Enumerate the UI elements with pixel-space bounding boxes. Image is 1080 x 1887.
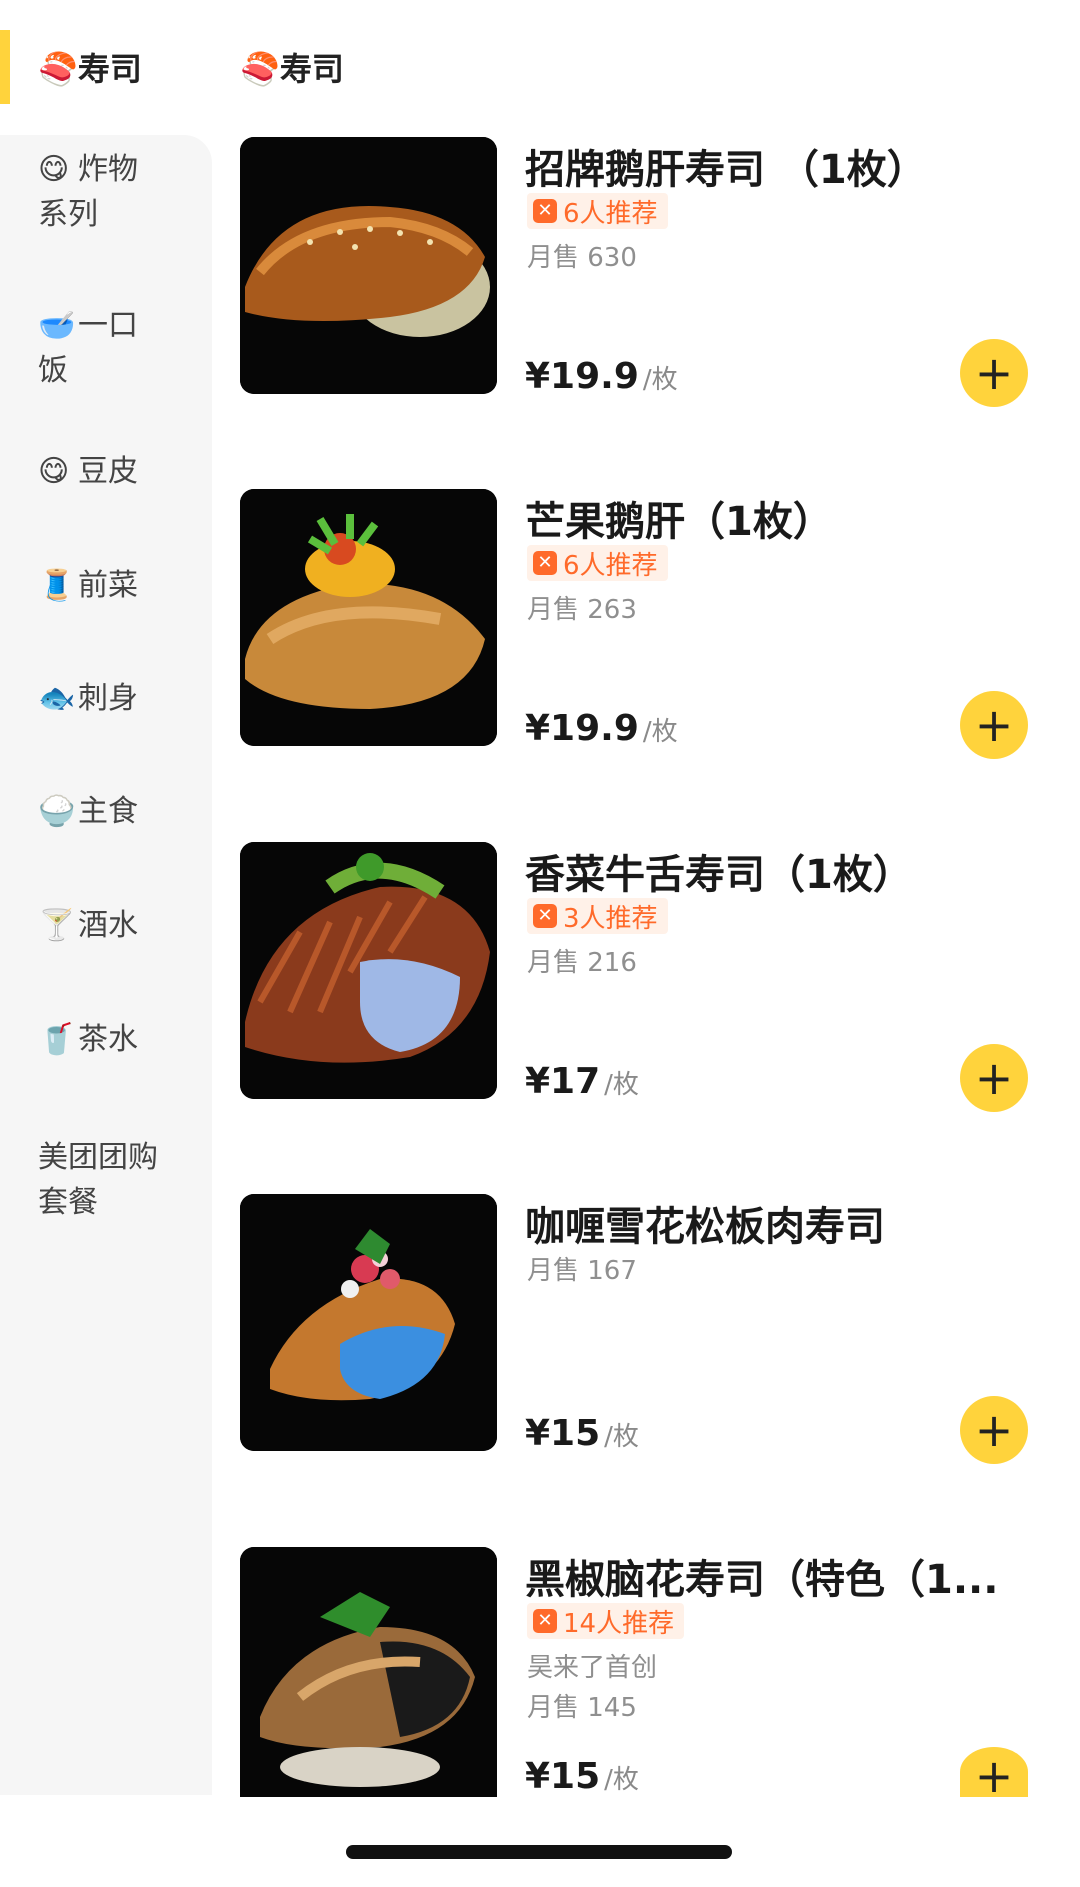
recommend-badge: ✕ 3人推荐 xyxy=(527,898,668,934)
monthly-sales: 月售 263 xyxy=(527,595,637,625)
product-price: ¥17/枚 xyxy=(525,1061,639,1102)
rice-icon: 🍚 xyxy=(38,794,76,829)
product-image xyxy=(240,842,497,1099)
sidebar-item-appetizer[interactable]: 🧵前菜 xyxy=(38,563,188,608)
product-image xyxy=(240,137,497,394)
plus-icon: + xyxy=(974,698,1014,752)
add-to-cart-button[interactable]: + xyxy=(960,1044,1028,1112)
sidebar-item-label: 🍣寿司 xyxy=(38,50,142,88)
thread-icon: 🧵 xyxy=(38,568,76,603)
monthly-sales: 月售 216 xyxy=(527,948,637,978)
sidebar-item-tea[interactable]: 🥤茶水 xyxy=(38,1017,188,1062)
cocktail-icon: 🍸 xyxy=(38,908,76,943)
product-name: 芒果鹅肝（1枚） xyxy=(525,499,833,545)
monthly-sales: 月售 167 xyxy=(527,1256,637,1286)
fish-icon: 🐟 xyxy=(38,681,76,716)
product-image xyxy=(240,1194,497,1451)
product-name: 招牌鹅肝寿司 （1枚） xyxy=(525,147,927,193)
add-to-cart-button[interactable]: + xyxy=(960,1747,1028,1803)
plus-icon: + xyxy=(974,346,1014,400)
recommend-icon: ✕ xyxy=(533,199,557,223)
product-card[interactable]: 黑椒脑花寿司（特色（1... ✕ 14人推荐 昊来了首创 月售 145 ¥15/枚… xyxy=(240,1547,1030,1803)
plus-icon: + xyxy=(974,1051,1014,1105)
category-sidebar: 😋 炸物 系列 🥣一口 饭 😋 豆皮 🧵前菜 🐟刺身 🍚主食 🍸酒水 🥤茶水 美团团… xyxy=(0,135,212,1795)
sidebar-item-fried[interactable]: 😋 炸物 系列 xyxy=(38,147,188,237)
sidebar-item-staple[interactable]: 🍚主食 xyxy=(38,789,188,834)
add-to-cart-button[interactable]: + xyxy=(960,339,1028,407)
monthly-sales: 月售 145 xyxy=(527,1693,637,1723)
recommend-icon: ✕ xyxy=(533,1609,557,1633)
product-price: ¥15/枚 xyxy=(525,1756,639,1797)
sidebar-item-tofu-skin[interactable]: 😋 豆皮 xyxy=(38,449,188,494)
product-name: 黑椒脑花寿司（特色（1... xyxy=(525,1557,999,1603)
product-price: ¥15/枚 xyxy=(525,1413,639,1454)
product-note: 昊来了首创 xyxy=(527,1653,658,1683)
monthly-sales: 月售 630 xyxy=(527,243,637,273)
plus-icon: + xyxy=(974,1749,1014,1803)
product-card[interactable]: 咖喱雪花松板肉寿司 月售 167 ¥15/枚 + xyxy=(240,1194,1030,1464)
recommend-badge: ✕ 6人推荐 xyxy=(527,545,668,581)
product-card[interactable]: 招牌鹅肝寿司 （1枚） ✕ 6人推荐 月售 630 ¥19.9/枚 + xyxy=(240,137,1030,407)
sidebar-item-groupbuy[interactable]: 美团团购 套餐 xyxy=(38,1135,188,1225)
recommend-icon: ✕ xyxy=(533,551,557,575)
sidebar-item-rice-bowl[interactable]: 🥣一口 饭 xyxy=(38,303,188,393)
product-name: 咖喱雪花松板肉寿司 xyxy=(525,1204,885,1250)
smiley-icon: 😋 xyxy=(38,152,70,187)
product-price: ¥19.9/枚 xyxy=(525,356,678,397)
product-card[interactable]: 香菜牛舌寿司（1枚） ✕ 3人推荐 月售 216 ¥17/枚 + xyxy=(240,842,1030,1112)
product-name: 香菜牛舌寿司（1枚） xyxy=(525,852,913,898)
add-to-cart-button[interactable]: + xyxy=(960,1396,1028,1464)
bowl-icon: 🥣 xyxy=(38,308,76,343)
cup-icon: 🥤 xyxy=(38,1022,76,1057)
recommend-badge: ✕ 6人推荐 xyxy=(527,193,668,229)
product-image xyxy=(240,489,497,746)
smiley-icon: 😋 xyxy=(38,454,70,489)
product-card[interactable]: 芒果鹅肝（1枚） ✕ 6人推荐 月售 263 ¥19.9/枚 + xyxy=(240,489,1030,759)
product-image xyxy=(240,1547,497,1797)
sidebar-item-drinks[interactable]: 🍸酒水 xyxy=(38,903,188,948)
sidebar-item-sashimi[interactable]: 🐟刺身 xyxy=(38,676,188,721)
product-price: ¥19.9/枚 xyxy=(525,708,678,749)
recommend-icon: ✕ xyxy=(533,904,557,928)
plus-icon: + xyxy=(974,1403,1014,1457)
selected-indicator xyxy=(0,30,10,104)
home-indicator[interactable] xyxy=(346,1845,732,1859)
section-title: 🍣寿司 xyxy=(240,50,344,88)
recommend-badge: ✕ 14人推荐 xyxy=(527,1603,685,1639)
sidebar-selected-item[interactable]: 🍣寿司 xyxy=(0,0,212,135)
add-to-cart-button[interactable]: + xyxy=(960,691,1028,759)
bottom-bar xyxy=(0,1797,1080,1887)
